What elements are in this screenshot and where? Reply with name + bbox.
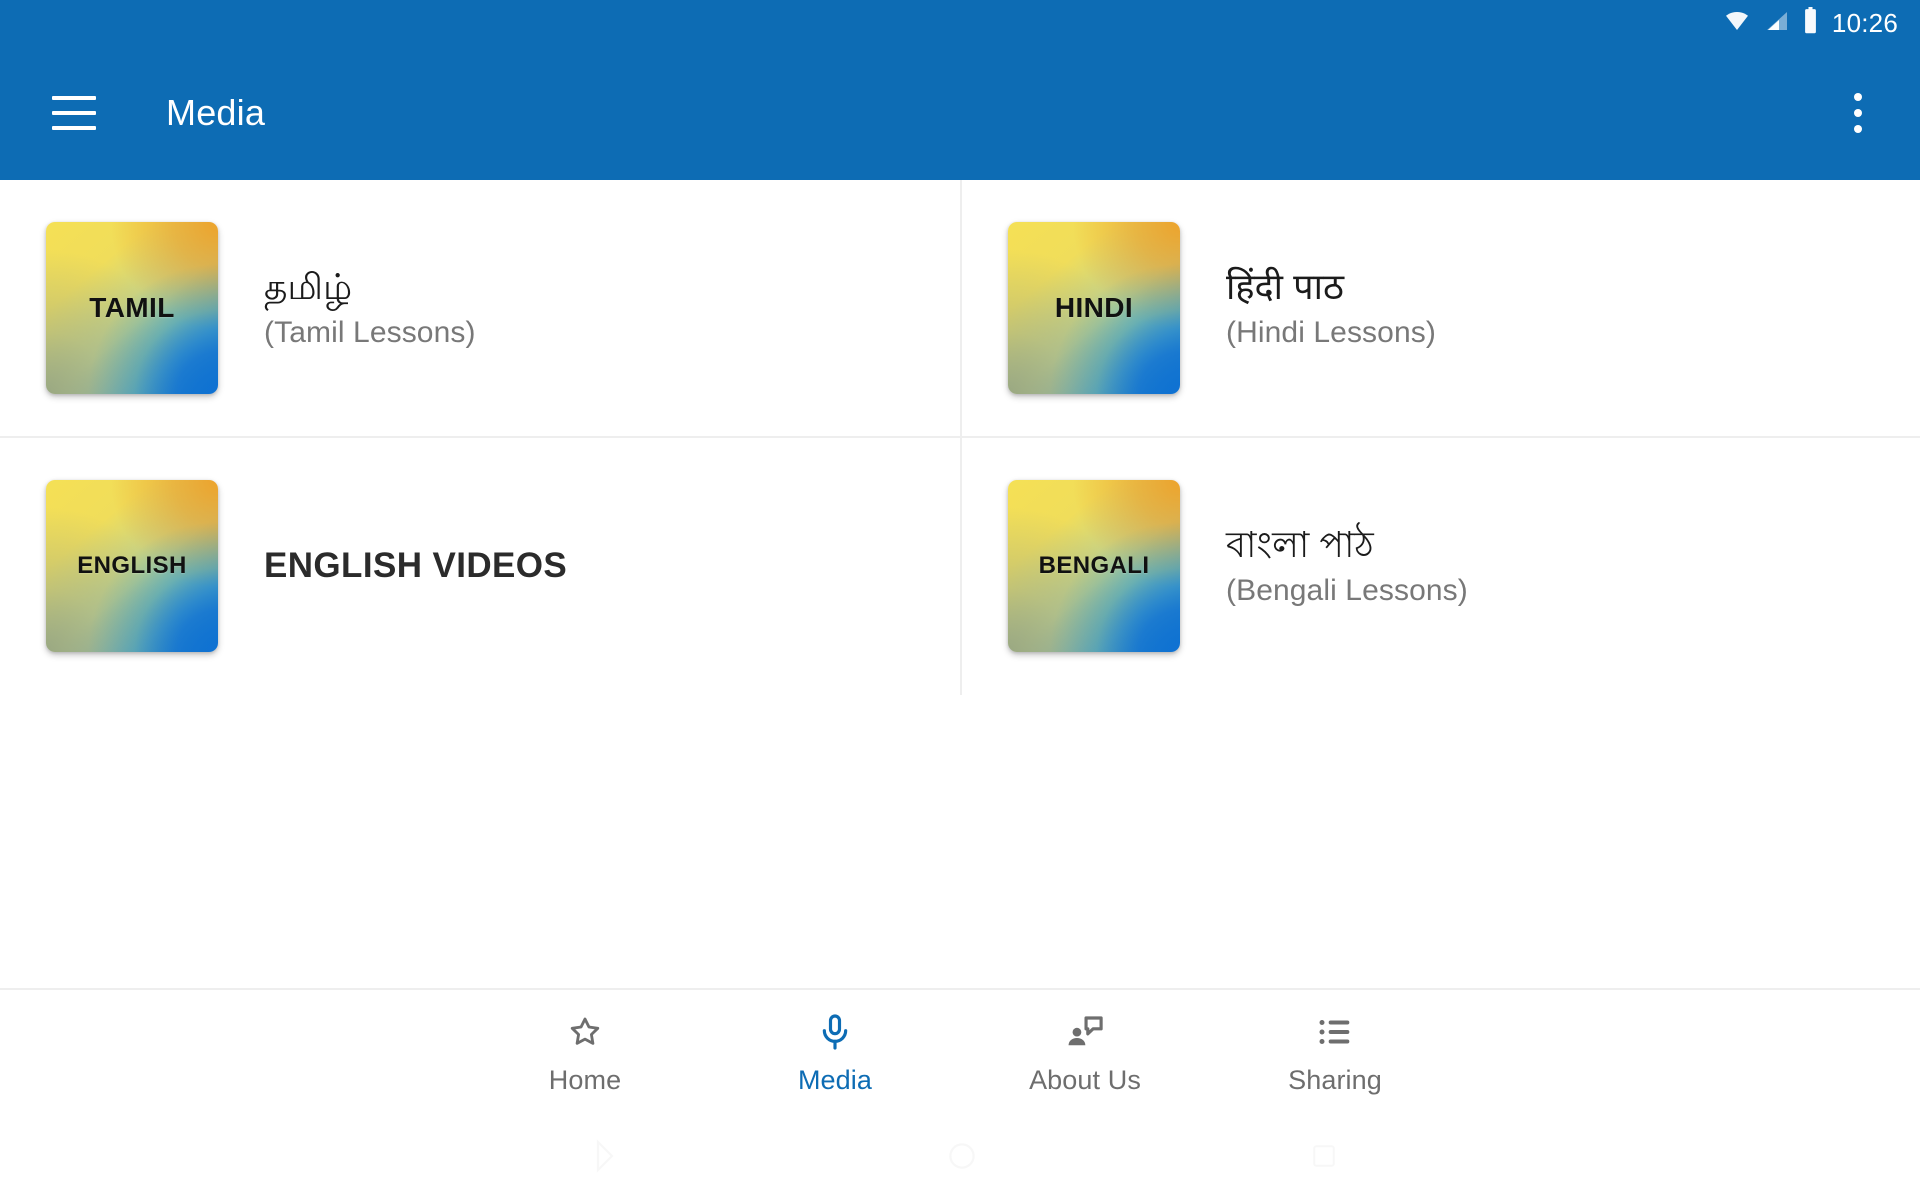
media-item-text: हिंदी पाठ (Hindi Lessons) [1226,264,1436,352]
media-item-title: தமிழ் [264,265,353,307]
media-item-title: ENGLISH VIDEOS [264,546,568,586]
bottom-navigation-bar: Home Media About Us Sharing [0,988,1920,1116]
media-grid: TAMIL தமிழ் (Tamil Lessons) HINDI हिंदी … [0,180,1920,695]
hindi-thumbnail: HINDI [1008,221,1180,394]
nav-item-label: About Us [1029,1065,1141,1095]
battery-icon [1802,7,1819,39]
nav-item-media[interactable]: Media [710,990,960,1116]
media-item-english[interactable]: ENGLISH ENGLISH VIDEOS [0,437,960,695]
hamburger-menu-icon[interactable] [52,96,96,130]
english-thumbnail: ENGLISH [46,480,218,653]
cellular-signal-icon [1763,9,1791,38]
status-bar-time: 10:26 [1831,8,1898,38]
tile-label: BENGALI [1038,552,1150,580]
app-toolbar: Media [0,46,1920,180]
media-item-title: বাংলা পাঠ [1226,524,1374,566]
status-bar: 10:26 [0,0,1920,46]
media-item-title: हिंदी पाठ [1226,265,1345,307]
media-item-bengali[interactable]: BENGALI বাংলা পাঠ (Bengali Lessons) [960,437,1920,695]
media-item-subtitle: (Hindi Lessons) [1226,315,1436,349]
media-item-text: ENGLISH VIDEOS [264,544,567,588]
back-triangle-icon[interactable] [581,1138,615,1178]
media-item-text: বাংলা পাঠ (Bengali Lessons) [1226,522,1468,610]
overflow-menu-icon[interactable] [1836,83,1880,143]
media-item-tamil[interactable]: TAMIL தமிழ் (Tamil Lessons) [0,180,960,438]
page-title: Media [166,92,266,133]
recents-square-icon[interactable] [1309,1141,1339,1176]
bengali-thumbnail: BENGALI [1008,480,1180,653]
nav-item-label: Media [797,1065,873,1095]
media-item-text: தமிழ் (Tamil Lessons) [264,264,476,352]
tile-label: TAMIL [89,291,175,323]
media-item-hindi[interactable]: HINDI हिंदी पाठ (Hindi Lessons) [960,180,1920,438]
nav-item-label: Sharing [1288,1065,1382,1095]
person-speech-bubble-icon [1064,1010,1106,1054]
media-item-subtitle: (Tamil Lessons) [264,315,476,349]
tile-label: ENGLISH [77,552,187,580]
wifi-icon [1722,9,1752,38]
nav-item-home[interactable]: Home [460,990,710,1116]
status-bar-icons [1722,7,1819,39]
home-circle-icon[interactable] [945,1139,979,1178]
media-item-subtitle: (Bengali Lessons) [1226,574,1468,608]
tamil-thumbnail: TAMIL [46,221,218,394]
star-outline-icon [565,1010,605,1054]
tile-label: HINDI [1054,291,1134,323]
android-system-navigation [0,1116,1920,1200]
bulleted-list-icon [1315,1010,1355,1054]
nav-item-label: Home [548,1065,622,1095]
nav-item-about-us[interactable]: About Us [960,990,1210,1116]
nav-item-sharing[interactable]: Sharing [1210,990,1460,1116]
microphone-icon [815,1010,855,1054]
